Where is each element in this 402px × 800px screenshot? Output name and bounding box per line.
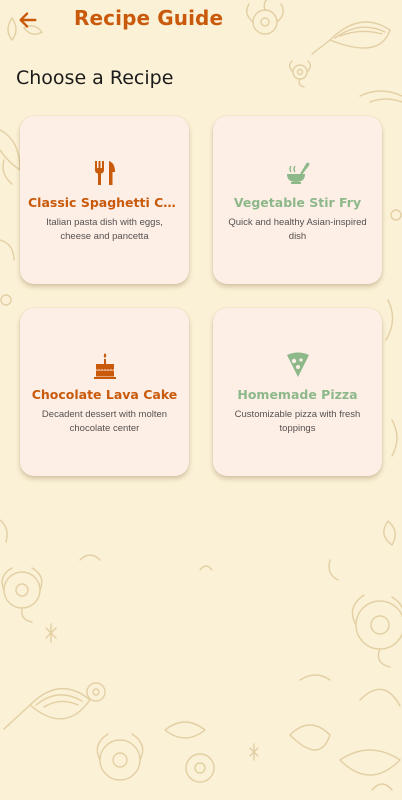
recipe-description: Quick and healthy Asian-inspired dish: [228, 217, 367, 242]
recipe-title: Homemade Pizza: [237, 387, 358, 402]
back-button[interactable]: [14, 6, 42, 34]
cake-icon: [93, 353, 116, 379]
recipe-description: Decadent dessert with molten chocolate c…: [41, 409, 168, 434]
ladle-pot-icon: [286, 162, 309, 184]
pizza-slice-icon: [286, 352, 309, 377]
fork-knife-icon: [94, 161, 115, 185]
recipe-description: Customizable pizza with fresh toppings: [234, 409, 361, 434]
recipe-description: Italian pasta dish with eggs, cheese and…: [46, 217, 163, 242]
recipe-card-spaghetti-carbonara[interactable]: Classic Spaghetti Carb… Italian pasta di…: [20, 116, 189, 284]
app-title: Recipe Guide: [74, 6, 224, 30]
recipe-card-chocolate-lava-cake[interactable]: Chocolate Lava Cake Decadent dessert wit…: [20, 308, 189, 476]
recipe-title: Classic Spaghetti Carb…: [28, 195, 181, 210]
arrow-left-icon: [19, 12, 37, 28]
recipe-card-vegetable-stir-fry[interactable]: Vegetable Stir Fry Quick and healthy Asi…: [213, 116, 382, 284]
app-bar: Recipe Guide: [0, 0, 402, 40]
recipe-card-homemade-pizza[interactable]: Homemade Pizza Customizable pizza with f…: [213, 308, 382, 476]
section-title: Choose a Recipe: [16, 67, 174, 89]
recipe-title: Chocolate Lava Cake: [31, 387, 178, 402]
recipe-title: Vegetable Stir Fry: [233, 195, 362, 210]
